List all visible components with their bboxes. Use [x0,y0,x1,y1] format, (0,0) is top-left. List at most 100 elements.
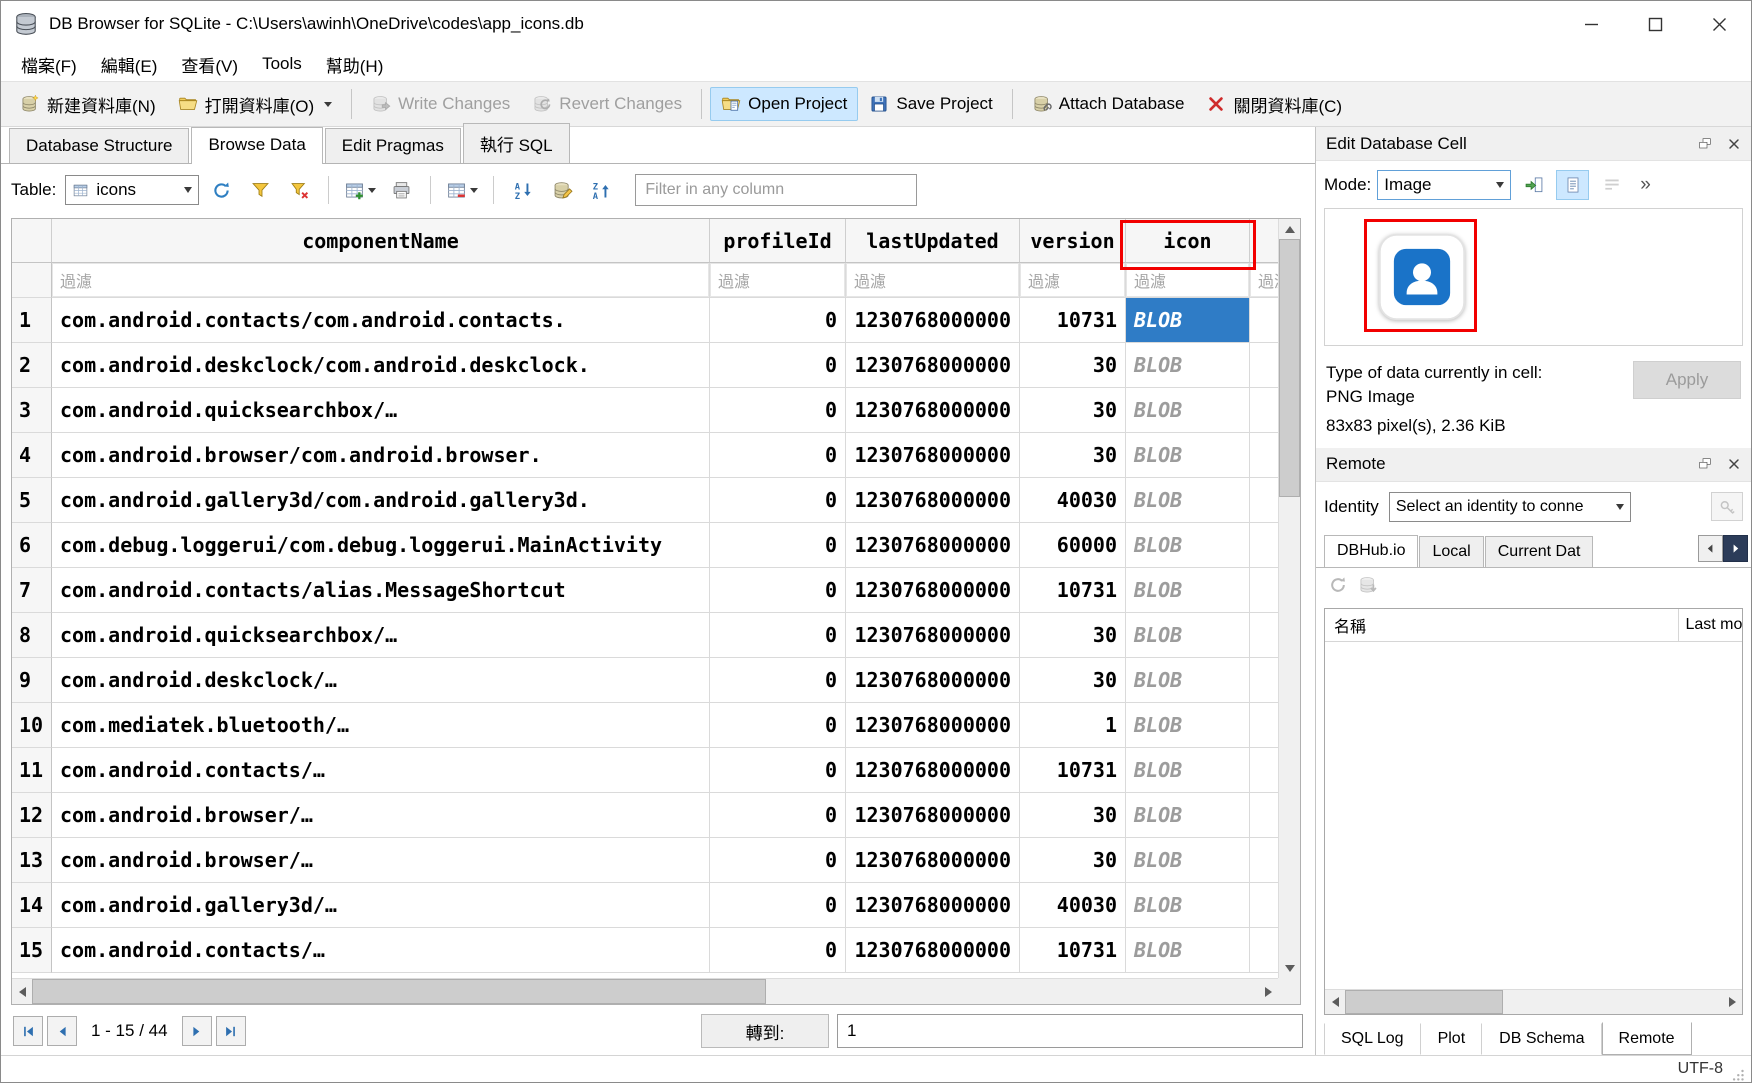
edit-record-button[interactable] [545,174,579,206]
cell-icon[interactable]: BLOB [1126,343,1250,388]
row-number[interactable]: 10 [12,703,52,748]
row-number[interactable]: 13 [12,838,52,883]
cell-lastupdated[interactable]: 1230768000000 [846,793,1020,838]
row-number[interactable]: 11 [12,748,52,793]
dock-tab-plot[interactable]: Plot [1421,1023,1483,1055]
cell-profileid[interactable]: 0 [710,658,846,703]
filter-button[interactable] [243,174,277,206]
column-header-version[interactable]: version [1020,219,1126,263]
minimize-button[interactable] [1559,1,1623,47]
remote-list-body[interactable] [1325,642,1742,989]
cell-profileid[interactable]: 0 [710,793,846,838]
import-data-button[interactable] [1517,170,1550,200]
float-panel-button[interactable] [1691,131,1718,156]
cell-extra[interactable] [1250,883,1278,928]
filter-input-profileid[interactable]: 過濾 [710,263,846,298]
cell-componentname[interactable]: com.android.browser/com.android.browser. [52,433,710,478]
cell-extra[interactable] [1250,748,1278,793]
remote-horizontal-scrollbar[interactable] [1325,989,1742,1014]
row-number[interactable]: 12 [12,793,52,838]
cell-extra[interactable] [1250,298,1278,343]
remote-tab-local[interactable]: Local [1419,536,1483,567]
cell-lastupdated[interactable]: 1230768000000 [846,433,1020,478]
cell-icon[interactable]: BLOB [1126,478,1250,523]
cell-profileid[interactable]: 0 [710,523,846,568]
clear-filter-button[interactable] [282,174,316,206]
cell-extra[interactable] [1250,478,1278,523]
clone-database-button[interactable] [1358,575,1378,600]
cell-lastupdated[interactable]: 1230768000000 [846,523,1020,568]
cell-version[interactable]: 30 [1020,793,1126,838]
text-mode-button[interactable] [1556,170,1589,200]
menu-view[interactable]: 查看(V) [169,48,250,81]
cell-lastupdated[interactable]: 1230768000000 [846,343,1020,388]
scroll-down-button[interactable] [1279,958,1300,978]
cell-icon[interactable]: BLOB [1126,748,1250,793]
row-number[interactable]: 15 [12,928,52,973]
tab-scroll-right-button[interactable] [1723,535,1748,562]
cell-lastupdated[interactable]: 1230768000000 [846,298,1020,343]
scroll-left-button[interactable] [12,979,32,1004]
cell-lastupdated[interactable]: 1230768000000 [846,568,1020,613]
cell-lastupdated[interactable]: 1230768000000 [846,748,1020,793]
tab-browse-data[interactable]: Browse Data [191,127,322,164]
scroll-right-button[interactable] [1722,990,1742,1014]
cell-profileid[interactable]: 0 [710,433,846,478]
cell-version[interactable]: 30 [1020,838,1126,883]
close-panel-button[interactable] [1720,452,1747,477]
dock-tab-remote[interactable]: Remote [1602,1022,1692,1055]
tab-edit-pragmas[interactable]: Edit Pragmas [325,128,461,163]
cell-profileid[interactable]: 0 [710,703,846,748]
vertical-scrollbar[interactable] [1278,219,1300,978]
column-header-lastupdated[interactable]: lastUpdated [846,219,1020,263]
n-button[interactable]: 新建資料庫(N) [9,85,167,124]
cell-version[interactable]: 1 [1020,703,1126,748]
maximize-button[interactable] [1623,1,1687,47]
cell-lastupdated[interactable]: 1230768000000 [846,658,1020,703]
cell-profileid[interactable]: 0 [710,883,846,928]
cell-icon[interactable]: BLOB [1126,613,1250,658]
scroll-right-button[interactable] [1258,979,1278,1004]
manage-identities-button[interactable] [1711,492,1743,521]
cell-componentname[interactable]: com.android.deskclock/com.android.deskcl… [52,343,710,388]
cell-version[interactable]: 60000 [1020,523,1126,568]
cell-version[interactable]: 30 [1020,433,1126,478]
cell-componentname[interactable]: com.android.contacts/alias.MessageShortc… [52,568,710,613]
cell-version[interactable]: 10731 [1020,928,1126,973]
attach-database-button[interactable]: Attach Database [1021,87,1196,121]
cell-lastupdated[interactable]: 1230768000000 [846,883,1020,928]
cell-extra[interactable] [1250,658,1278,703]
cell-version[interactable]: 30 [1020,613,1126,658]
cell-version[interactable]: 10731 [1020,298,1126,343]
overflow-chevron[interactable]: » [1640,174,1651,196]
column-header-last-modified[interactable]: Last mo [1679,609,1742,641]
menu-tools[interactable]: Tools [250,50,314,78]
close-window-button[interactable] [1687,1,1751,47]
remote-tab-dbhub-io[interactable]: DBHub.io [1324,535,1418,568]
goto-record-input[interactable] [837,1014,1303,1048]
cell-componentname[interactable]: com.android.contacts/… [52,928,710,973]
cell-profileid[interactable]: 0 [710,478,846,523]
cell-profileid[interactable]: 0 [710,298,846,343]
column-header-profileid[interactable]: profileId [710,219,846,263]
row-number[interactable]: 14 [12,883,52,928]
insert-record-button[interactable] [341,174,379,206]
cell-profileid[interactable]: 0 [710,748,846,793]
vertical-scroll-thumb[interactable] [1279,239,1300,497]
row-number[interactable]: 4 [12,433,52,478]
first-record-button[interactable] [13,1016,43,1046]
cell-componentname[interactable]: com.android.contacts/… [52,748,710,793]
cell-componentname[interactable]: com.android.browser/… [52,793,710,838]
table-select[interactable]: icons [65,175,199,205]
filter-input-lastupdated[interactable]: 過濾 [846,263,1020,298]
mode-select[interactable]: Image [1377,170,1511,200]
cell-version[interactable]: 30 [1020,343,1126,388]
cell-icon[interactable]: BLOB [1126,433,1250,478]
cell-icon[interactable]: BLOB [1126,883,1250,928]
cell-extra[interactable] [1250,568,1278,613]
refresh-remote-button[interactable] [1328,575,1348,600]
dock-tab-db-schema[interactable]: DB Schema [1482,1023,1601,1055]
cell-version[interactable]: 10731 [1020,568,1126,613]
corner-header[interactable] [12,219,52,263]
cell-icon[interactable]: BLOB [1126,298,1250,343]
